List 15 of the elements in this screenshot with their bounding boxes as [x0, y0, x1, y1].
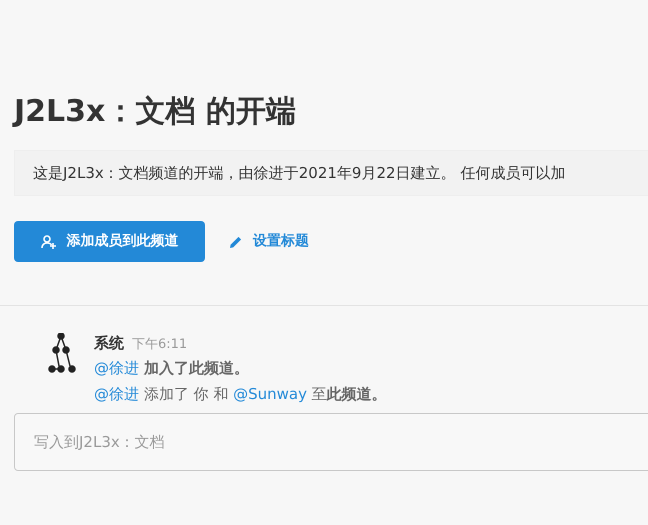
system-avatar-icon — [46, 333, 76, 375]
message-input[interactable]: 写入到J2L3x：文档 — [15, 414, 648, 470]
channel-intro: 这是J2L3x：文档频道的开端，由徐进于2021年9月22日建立。 任何成员可以加 — [33, 162, 566, 184]
add-user-icon — [40, 234, 56, 250]
add-members-button[interactable]: 添加成员到此频道 — [14, 221, 205, 262]
channel-title: J2L3x：文档 的开端 — [14, 93, 296, 131]
message-time: 下午6:11 — [132, 336, 188, 354]
mention-link[interactable]: @徐进 — [94, 358, 139, 376]
pencil-icon — [229, 234, 243, 248]
system-message: @徐进 加入了此频道。 — [94, 358, 250, 378]
system-message: @徐进 添加了 你 和 @Sunway 至此频道。 — [94, 384, 387, 404]
mention-link[interactable]: @Sunway — [233, 384, 307, 402]
author-name: 系统 — [94, 333, 124, 354]
mention-link[interactable]: @徐进 — [94, 384, 139, 402]
set-header-link[interactable]: 设置标题 — [229, 231, 309, 252]
